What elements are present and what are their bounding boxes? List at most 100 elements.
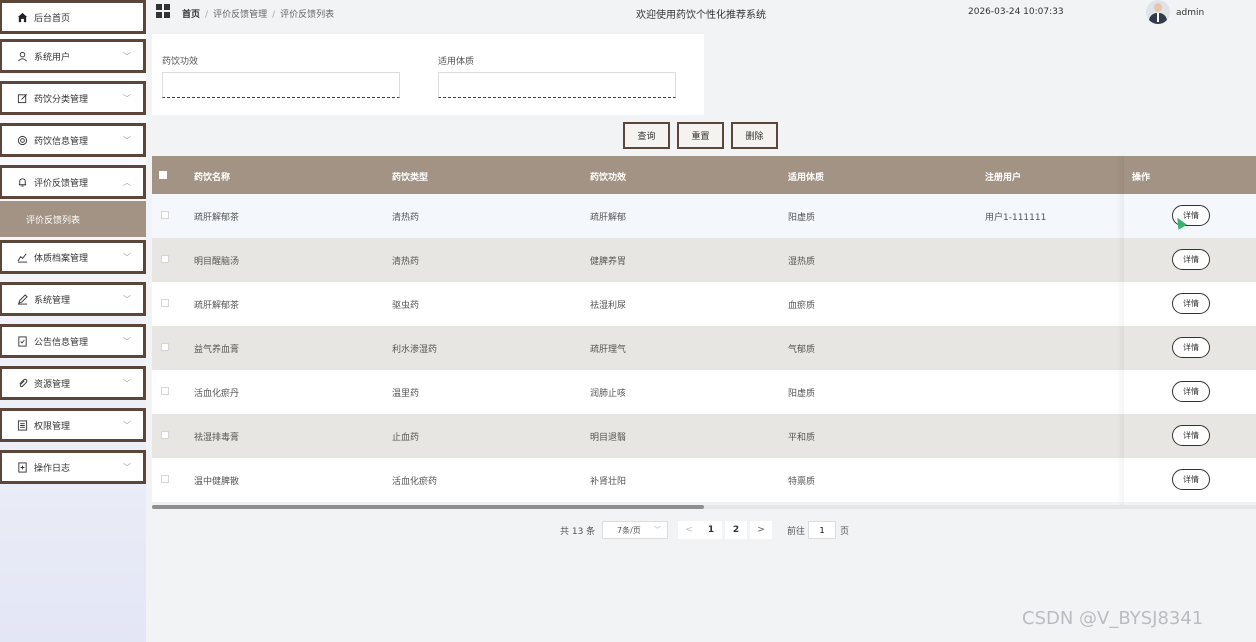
sidebar-item-resource[interactable]: 资源管理 ﹀ [0,366,146,400]
edit-icon [16,92,28,104]
username[interactable]: admin [1176,8,1204,18]
sidebar-item-label: 系统用户 [34,52,71,63]
next-page-button[interactable]: > [750,521,772,539]
sidebar-item-notice[interactable]: 公告信息管理 ﹀ [0,324,146,358]
row-checkbox[interactable] [161,343,169,351]
datetime: 2026-03-24 10:07:33 [968,7,1064,17]
sidebar-item-log[interactable]: 操作日志 ﹀ [0,450,146,484]
cell-constitution: 湿热质 [788,257,816,267]
site-title: 欢迎使用药饮个性化推荐系统 [636,10,766,21]
cell-efficacy: 疏肝解郁 [590,213,627,223]
cell-efficacy: 补肾壮阳 [590,477,627,487]
reset-button[interactable]: 重置 [677,122,724,149]
row-checkbox[interactable] [161,387,169,395]
cell-efficacy: 健脾养胃 [590,257,627,267]
cell-efficacy: 润肺止咳 [590,389,627,399]
chevron-down-icon: ﹀ [123,52,131,61]
chevron-down-icon: ﹀ [123,463,131,472]
sidebar-item-feedback[interactable]: 评价反馈管理 ︿ [0,165,146,199]
chevron-left-icon: < [685,525,693,535]
row-checkbox[interactable] [161,211,169,219]
top-bar: 首页 / 评价反馈管理 / 评价反馈列表 欢迎使用药饮个性化推荐系统 2026-03-2… [146,0,1256,28]
cell-name: 明目醒脑汤 [194,257,240,267]
row-checkbox[interactable] [161,475,169,483]
detail-button[interactable]: 详情 [1172,293,1210,314]
breadcrumb: 首页 / 评价反馈管理 / 评价反馈列表 [182,7,334,20]
page-number-1[interactable]: 1 [700,521,722,539]
sidebar-subitem-feedback-list[interactable]: 评价反馈列表 [0,201,146,237]
sidebar-item-category[interactable]: 药饮分类管理 ﹀ [0,81,146,115]
detail-button[interactable]: 详情 [1172,337,1210,358]
goto-page-input[interactable] [808,521,836,539]
sidebar-item-system-users[interactable]: 系统用户 ﹀ [0,39,146,73]
horizontal-scrollbar[interactable] [152,505,1256,509]
detail-button[interactable]: 详情 [1172,425,1210,446]
row-checkbox[interactable] [161,299,169,307]
chevron-down-icon: ﹀ [123,253,131,262]
cell-type: 温里药 [392,389,420,399]
sidebar-item-permission[interactable]: 权限管理 ﹀ [0,408,146,442]
sidebar-item-label: 操作日志 [34,463,71,474]
table-row: 活血化瘀丹 温里药 润肺止咳 阳虚质 详情 [152,370,1256,414]
doc-plus-icon [16,461,28,473]
cell-constitution: 阳虚质 [788,213,816,223]
table-row: 温中健脾散 活血化瘀药 补肾壮阳 特禀质 详情 [152,458,1256,502]
select-all-checkbox[interactable] [159,171,167,179]
header-name: 药饮名称 [194,173,231,183]
breadcrumb-separator: / [272,10,276,20]
sidebar-item-constitution[interactable]: 体质档案管理 ﹀ [0,240,146,274]
table-row: 祛湿排毒膏 止血药 明目退翳 平和质 详情 [152,414,1256,458]
pagination-total: 共 13 条 [560,527,596,537]
list-icon [16,419,28,431]
breadcrumb-current: 评价反馈列表 [280,10,335,20]
data-table: 药饮名称 药饮类型 药饮功效 适用体质 注册用户 操作 疏肝解郁茶 清热药 疏肝… [152,156,1256,506]
chevron-down-icon: ﹀ [123,295,131,304]
sidebar-item-label: 系统管理 [34,295,71,306]
prev-page-button[interactable]: < [678,521,700,539]
breadcrumb-home[interactable]: 首页 [182,10,200,20]
cell-user: 用户1-111111 [985,213,1047,223]
breadcrumb-section[interactable]: 评价反馈管理 [213,10,267,20]
cell-constitution: 气郁质 [788,345,816,355]
cell-type: 止血药 [392,433,420,443]
cell-name: 疏肝解郁茶 [194,301,240,311]
sidebar-item-label: 药饮分类管理 [34,94,89,105]
bell-icon [16,176,28,188]
row-checkbox[interactable] [161,255,169,263]
delete-button[interactable]: 删除 [731,122,778,149]
table-row: 明目醒脑汤 清热药 健脾养胃 湿热质 详情 [152,238,1256,282]
search-panel: 药饮功效 适用体质 [152,34,704,115]
header-efficacy: 药饮功效 [590,173,627,183]
detail-button[interactable]: 详情 [1172,469,1210,490]
scrollbar-thumb[interactable] [152,505,704,509]
constitution-label: 适用体质 [438,57,475,67]
cell-name: 祛湿排毒膏 [194,433,240,443]
page-number-2[interactable]: 2 [725,521,747,539]
query-button[interactable]: 查询 [623,122,670,149]
page-size-select[interactable]: 7条/页 ﹀ [602,521,668,539]
cell-constitution: 平和质 [788,433,816,443]
cell-type: 清热药 [392,257,420,267]
sidebar-item-home[interactable]: 后台首页 [0,0,146,34]
efficacy-input[interactable] [162,72,400,98]
cell-constitution: 特禀质 [788,477,816,487]
breadcrumb-separator: / [205,10,209,20]
chevron-down-icon: ﹀ [123,136,131,145]
detail-button[interactable]: 详情 [1172,249,1210,270]
sidebar-item-label: 评价反馈管理 [34,178,89,189]
page-size-value: 7条/页 [617,525,641,535]
cell-constitution: 阳虚质 [788,389,816,399]
page-suffix: 页 [840,527,850,537]
chevron-down-icon: ﹀ [654,526,661,534]
sidebar-item-label: 资源管理 [34,379,71,390]
menu-grid-icon[interactable] [156,4,170,18]
sidebar-item-drink-info[interactable]: 药饮信息管理 ﹀ [0,123,146,157]
sidebar-item-label: 公告信息管理 [34,337,89,348]
row-checkbox[interactable] [161,431,169,439]
cell-efficacy: 明目退翳 [590,433,627,443]
sidebar-item-system[interactable]: 系统管理 ﹀ [0,282,146,316]
constitution-input[interactable] [438,72,676,98]
detail-button[interactable]: 详情 [1172,381,1210,402]
avatar[interactable] [1146,0,1170,24]
cell-name: 疏肝解郁茶 [194,213,240,223]
